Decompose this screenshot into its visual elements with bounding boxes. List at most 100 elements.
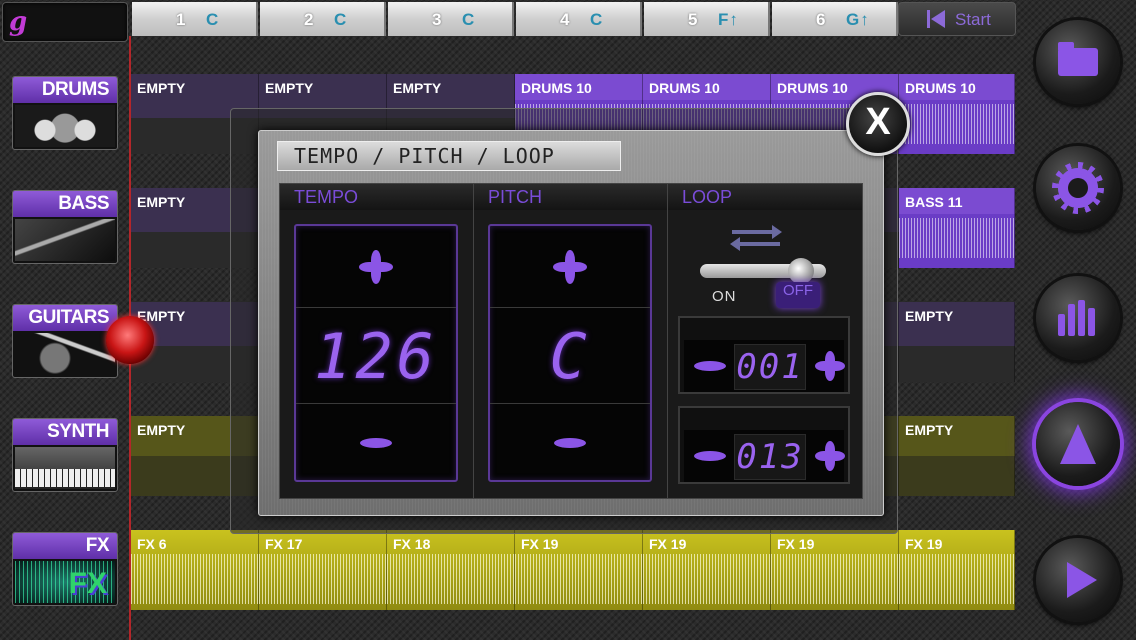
segment-3[interactable]: 3 C — [388, 2, 514, 36]
clip-cell[interactable]: EMPTY — [899, 302, 1015, 382]
clip-label: EMPTY — [137, 80, 186, 96]
track-button-fx[interactable]: FX FX — [12, 532, 118, 606]
loop-panel: LOOP ON OFF 001 013 — [667, 183, 863, 499]
clip-label: EMPTY — [137, 194, 186, 210]
pitch-panel: PITCH C — [473, 183, 669, 499]
loop-header: LOOP — [668, 184, 862, 210]
close-dialog-button[interactable]: X — [846, 92, 910, 156]
counter-body: 001 — [684, 340, 845, 392]
start-button[interactable]: Start — [898, 2, 1016, 36]
clip-cell[interactable]: FX 19 — [515, 530, 643, 610]
synth-keyboard-image — [15, 447, 115, 489]
segment-number: 4 — [560, 10, 571, 29]
loop-start-decrease-button[interactable] — [694, 361, 726, 371]
loop-end-value: 013 — [734, 434, 806, 480]
counter-body: 013 — [684, 430, 845, 482]
clip-cell[interactable]: FX 17 — [259, 530, 387, 610]
app-window: g 1 C 2 C 3 C 4 C 5 F↑ 6 G↑ Start EMPTY … — [0, 0, 1136, 640]
track-button-synth[interactable]: SYNTH — [12, 418, 118, 492]
settings-button[interactable] — [1036, 146, 1120, 230]
clip-cell[interactable]: FX 18 — [387, 530, 515, 610]
clip-cell[interactable]: DRUMS 10 — [899, 74, 1015, 154]
track-button-drums[interactable]: DRUMS — [12, 76, 118, 150]
loop-off-label[interactable]: OFF — [776, 282, 820, 308]
loop-end-decrease-button[interactable] — [694, 451, 726, 461]
pitch-display: C — [490, 308, 650, 404]
segment-number: 3 — [432, 10, 443, 29]
clip-label: EMPTY — [905, 422, 954, 438]
tempo-pitch-loop-dialog: TEMPO / PITCH / LOOP TEMPO 126 PITCH C L… — [258, 130, 884, 516]
loop-on-label[interactable]: ON — [712, 288, 737, 305]
track-name: DRUMS — [13, 77, 117, 103]
guitar-image — [15, 333, 115, 375]
tempo-decrease-button[interactable] — [296, 404, 456, 482]
pitch-decrease-button[interactable] — [490, 404, 650, 482]
track-button-bass[interactable]: BASS — [12, 190, 118, 264]
segment-5[interactable]: 5 F↑ — [644, 2, 770, 36]
track-name: FX — [13, 533, 117, 559]
mixer-icon — [1058, 300, 1098, 336]
clip-cell[interactable]: FX 19 — [771, 530, 899, 610]
tempo-display: 126 — [296, 308, 456, 404]
loop-start-increase-button[interactable] — [815, 351, 845, 381]
pitch-increase-button[interactable] — [490, 226, 650, 308]
clip-cell[interactable]: FX 19 — [899, 530, 1015, 610]
segment-1[interactable]: 1 C — [132, 2, 258, 36]
minus-icon — [554, 438, 586, 448]
loop-end-counter: 013 — [678, 406, 850, 484]
segment-key: C — [334, 10, 348, 29]
loop-end-increase-button[interactable] — [815, 441, 845, 471]
app-logo: g — [2, 2, 128, 42]
clip-label: DRUMS 10 — [777, 80, 848, 96]
loop-arrows-icon — [730, 222, 782, 252]
tempo-increase-button[interactable] — [296, 226, 456, 308]
slider-thumb[interactable] — [788, 258, 814, 284]
segment-4[interactable]: 4 C — [516, 2, 642, 36]
bass-guitar-image — [15, 219, 115, 261]
clip-label: FX 19 — [905, 536, 943, 552]
mixer-button[interactable] — [1036, 276, 1120, 360]
loop-start-counter: 001 — [678, 316, 850, 394]
tempo-pitch-loop-button[interactable] — [1036, 402, 1120, 486]
track-name: GUITARS — [13, 305, 117, 331]
open-folder-button[interactable] — [1036, 20, 1120, 104]
track-button-guitars[interactable]: GUITARS — [12, 304, 118, 378]
clip-label: DRUMS 10 — [521, 80, 592, 96]
clip-label: EMPTY — [393, 80, 442, 96]
start-label: Start — [955, 10, 991, 29]
loop-toggle-slider[interactable] — [700, 258, 826, 284]
metronome-icon — [1060, 424, 1096, 464]
plus-icon — [359, 249, 393, 284]
clip-label: FX 19 — [649, 536, 687, 552]
clip-label: BASS 11 — [905, 194, 963, 210]
playhead-handle[interactable] — [106, 316, 154, 364]
clip-label: FX 17 — [265, 536, 303, 552]
clip-cell[interactable]: BASS 11 — [899, 188, 1015, 268]
clip-label: EMPTY — [265, 80, 314, 96]
folder-icon — [1058, 42, 1098, 76]
fx-logo: FX — [68, 567, 107, 600]
play-icon — [1067, 562, 1097, 598]
clip-label: FX 6 — [137, 536, 167, 552]
minus-icon — [360, 438, 392, 448]
clip-cell[interactable]: FX 6 — [131, 530, 259, 610]
clip-cell[interactable]: FX 19 — [643, 530, 771, 610]
segment-key: C — [462, 10, 476, 29]
segment-number: 2 — [304, 10, 315, 29]
logo-letter: g — [9, 7, 28, 37]
play-button[interactable] — [1036, 538, 1120, 622]
segment-2[interactable]: 2 C — [260, 2, 386, 36]
tempo-header: TEMPO — [280, 184, 474, 210]
track-name: BASS — [13, 191, 117, 217]
loop-start-value: 001 — [734, 344, 806, 390]
pitch-value: C — [549, 320, 591, 393]
segment-6[interactable]: 6 G↑ — [772, 2, 898, 36]
pitch-control: C — [488, 224, 652, 482]
segment-number: 1 — [176, 10, 187, 29]
clip-cell[interactable]: EMPTY — [899, 416, 1015, 496]
segment-number: 5 — [688, 10, 699, 29]
pitch-header: PITCH — [474, 184, 668, 210]
plus-icon — [553, 249, 587, 284]
segment-key: C — [590, 10, 604, 29]
close-icon: X — [865, 101, 891, 143]
